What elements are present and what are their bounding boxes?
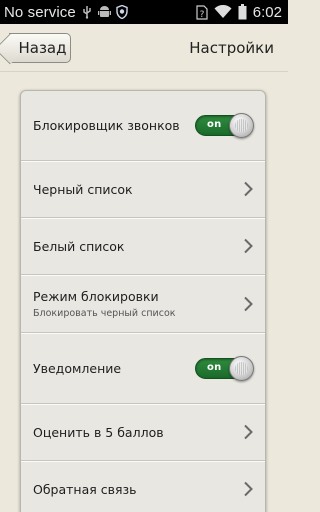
settings-item-label: Обратная связь (33, 481, 137, 497)
clock-text: 6:02 (252, 3, 282, 21)
settings-item-label: Режим блокировки (33, 288, 159, 304)
chevron-right-icon (244, 424, 253, 440)
toggle-knob (229, 355, 254, 381)
settings-item-label: Оценить в 5 баллов (33, 424, 164, 440)
android-icon (97, 5, 111, 19)
chevron-right-icon (244, 238, 253, 254)
settings-item-label: Белый список (33, 238, 125, 254)
wifi-icon (214, 5, 232, 19)
page-title: Настройки (189, 39, 274, 57)
back-button-label: Назад (18, 39, 67, 57)
svg-text:?: ? (199, 10, 204, 20)
toggle-knob (229, 113, 254, 138)
settings-item-block-mode[interactable]: Режим блокировки Блокировать черный спис… (21, 275, 265, 333)
settings-item-label: Блокировщик звонков (33, 118, 180, 133)
call-blocker-toggle[interactable]: on (195, 113, 254, 138)
settings-item-label: Черный список (33, 181, 133, 197)
toggle-state-label: on (207, 119, 222, 130)
shield-icon (116, 5, 128, 19)
notification-toggle[interactable]: on (195, 355, 254, 381)
settings-item-feedback[interactable]: Обратная связь (21, 461, 265, 512)
settings-item-rate-app[interactable]: Оценить в 5 баллов (21, 404, 265, 461)
sim-missing-icon: ? (196, 4, 208, 20)
toggle-state-label: on (207, 361, 222, 373)
status-bar: No service ? 6:02 (0, 0, 288, 24)
settings-item-label: Уведомление (33, 360, 122, 376)
settings-list: Блокировщик звонков on Черный список Бел… (20, 90, 266, 512)
back-button[interactable]: Назад (9, 33, 71, 63)
chevron-right-icon (244, 481, 253, 497)
settings-item-whitelist[interactable]: Белый список (21, 218, 265, 275)
settings-item-blacklist[interactable]: Черный список (21, 161, 265, 218)
chevron-right-icon (244, 181, 253, 197)
settings-item-sublabel: Блокировать черный список (33, 307, 176, 319)
chevron-right-icon (244, 296, 253, 311)
header-bar: Назад Настройки (0, 24, 288, 72)
usb-debug-icon (81, 5, 93, 19)
carrier-text: No service (4, 3, 76, 21)
settings-item-call-blocker[interactable]: Блокировщик звонков on (21, 91, 265, 161)
battery-icon (238, 4, 247, 20)
settings-item-notification[interactable]: Уведомление on (21, 333, 265, 404)
